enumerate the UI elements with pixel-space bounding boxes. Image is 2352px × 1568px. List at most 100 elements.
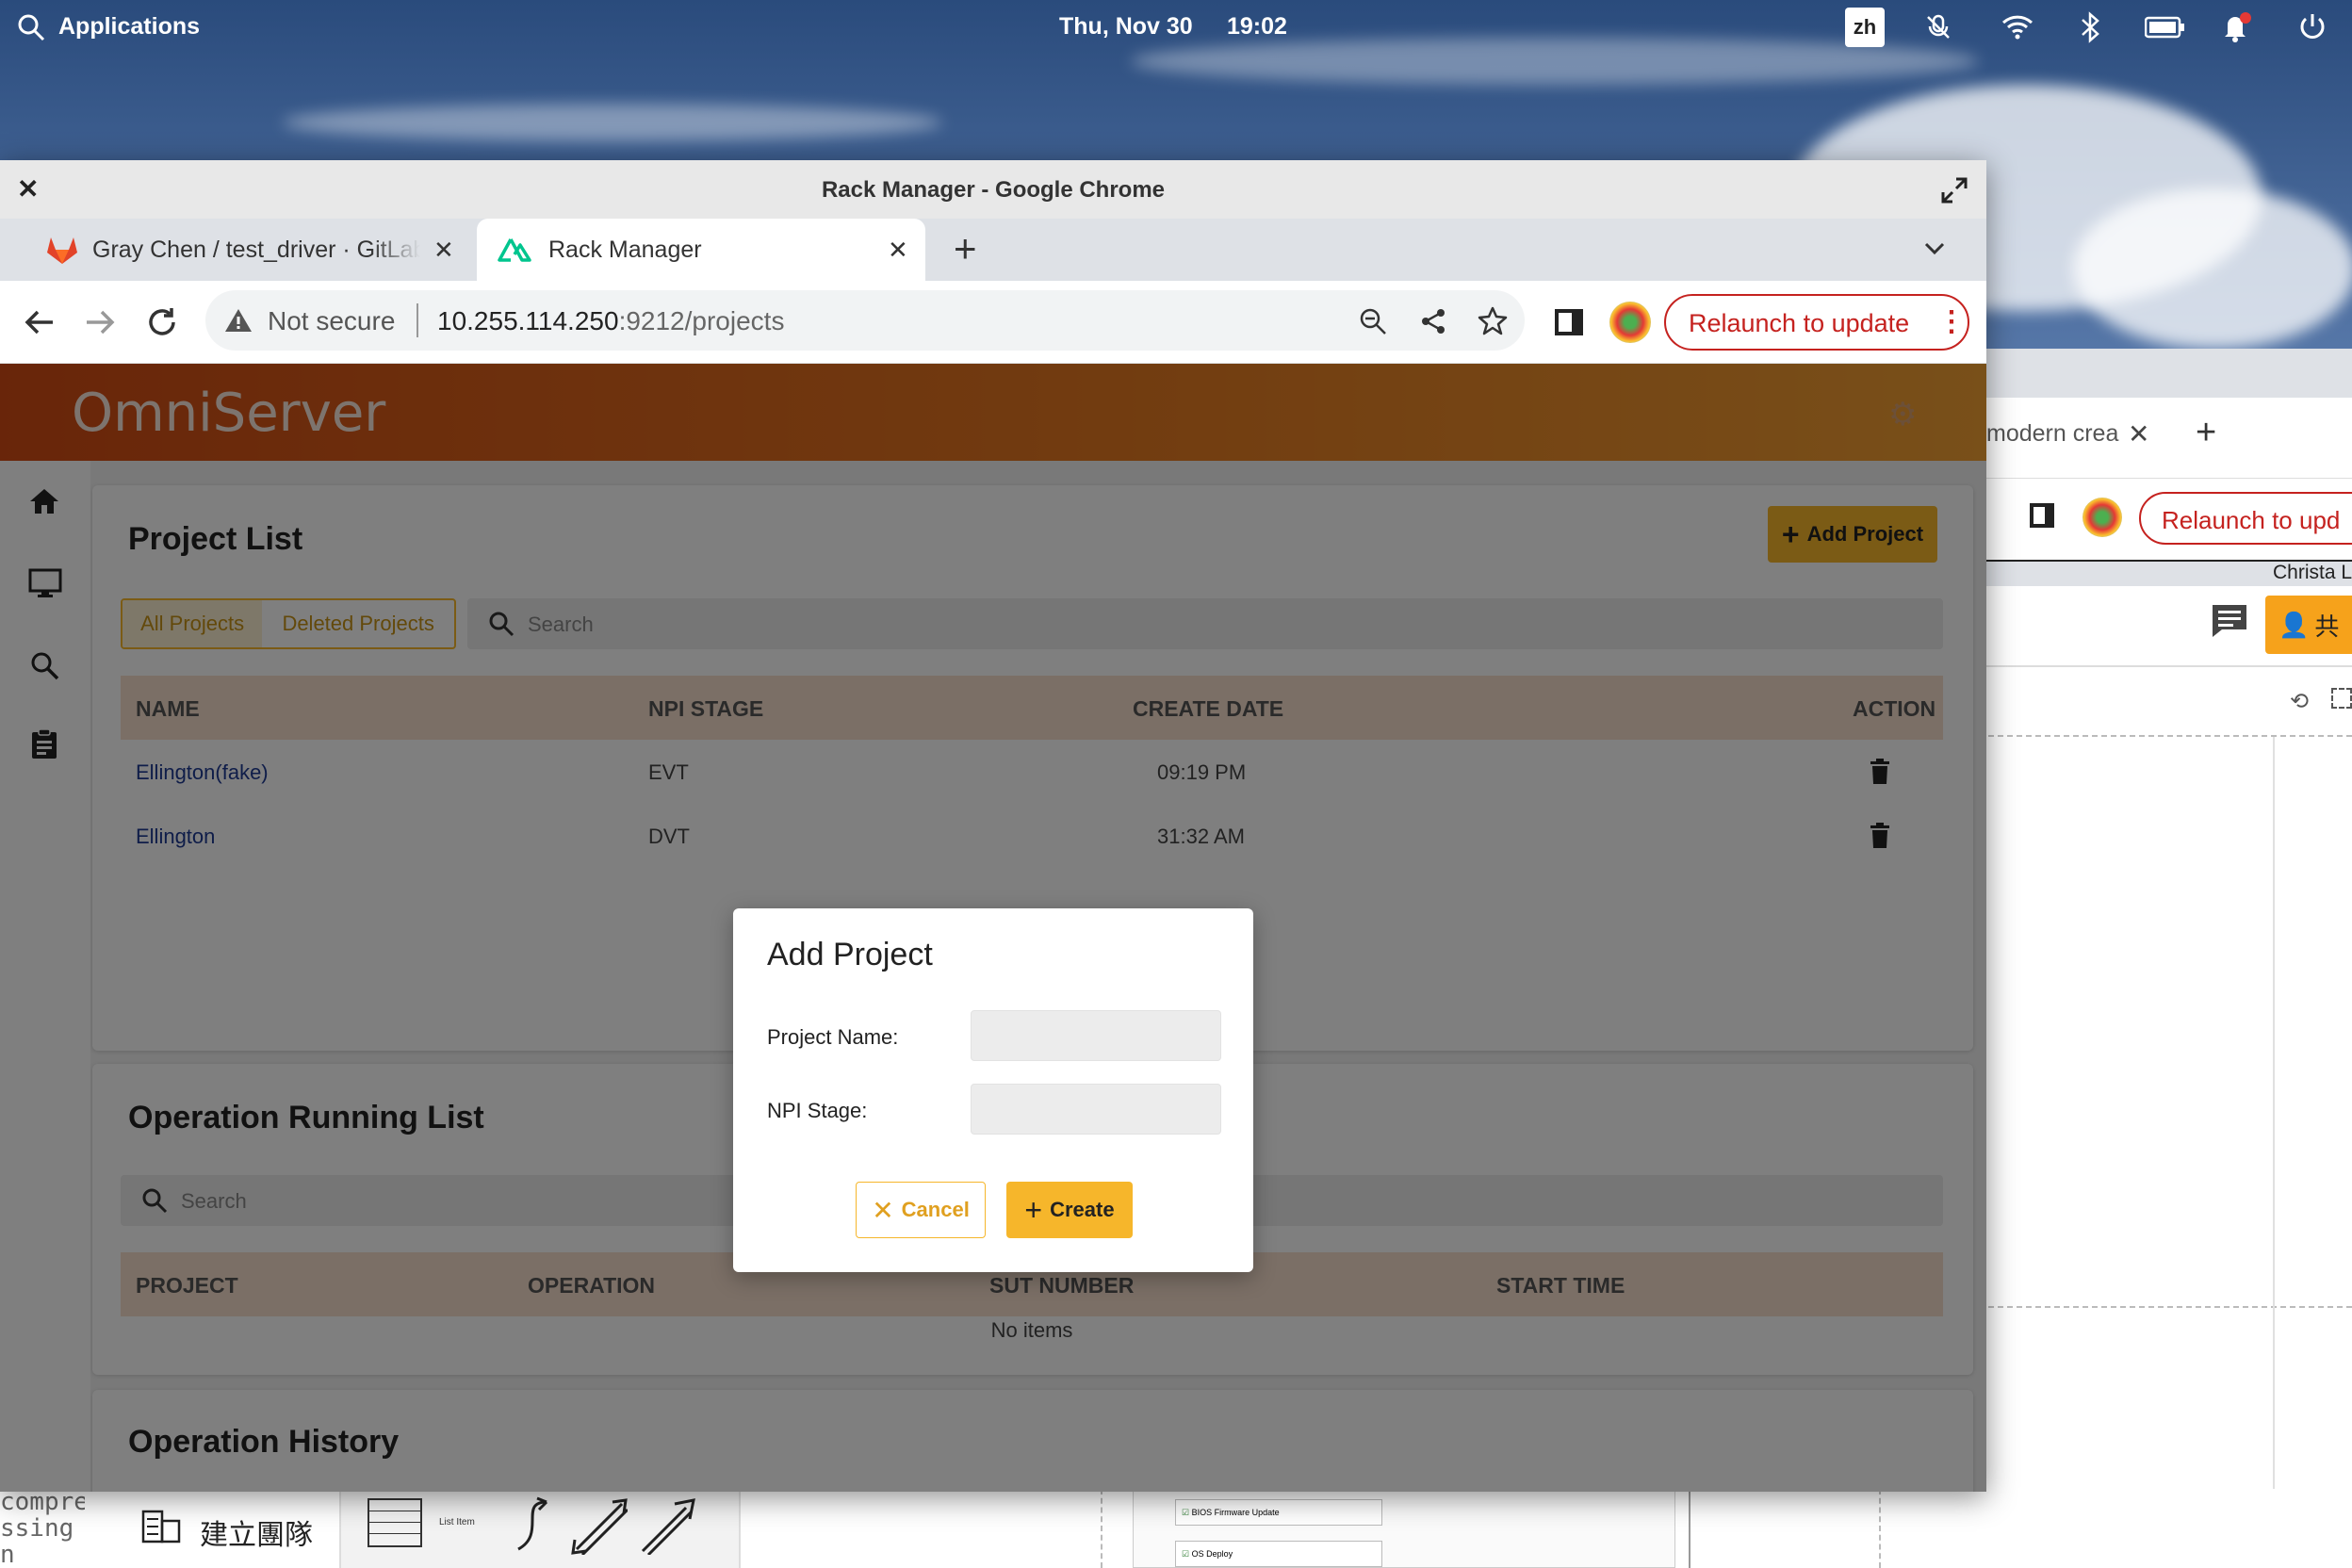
divider [1689,1489,1690,1568]
clock-time[interactable]: 19:02 [1227,13,1287,41]
plus-icon: + [1024,1192,1043,1227]
team-icon[interactable] [141,1510,181,1544]
arrow-icon[interactable] [639,1498,695,1555]
terminal-line: n obje [0,1541,15,1568]
cloud [2073,188,2352,349]
checkbox-icon: ☑ [1182,1549,1190,1559]
url-host: 10.255.114.250 [437,306,619,335]
close-tab-icon[interactable]: ✕ [433,236,454,265]
new-tab-icon[interactable]: + [954,226,977,271]
tab-rack-manager[interactable]: Rack Manager ✕ [477,219,925,281]
project-name-input[interactable] [971,1010,1221,1061]
canvas-guide [1101,1489,1102,1568]
address-bar[interactable]: Not secure 10.255.114.250:9212/projects [205,290,1525,351]
create-button[interactable]: + Create [1006,1182,1133,1238]
window-titlebar: ✕ Rack Manager - Google Chrome [0,160,1986,219]
battery-icon[interactable] [2145,15,2186,40]
nuxt-icon [498,237,531,263]
close-tab-icon[interactable]: ✕ [888,236,908,265]
bluetooth-icon[interactable] [2079,11,2101,43]
tab-strip: Gray Chen / test_driver · GitLab ✕ Rack … [0,219,1986,281]
checklist-item[interactable]: ☑ BIOS Firmware Update [1175,1499,1382,1526]
list-shape[interactable] [368,1498,422,1547]
background-browser-window: modern crea ✕ + Relaunch to upd Christa … [1969,349,2352,1568]
share-button[interactable]: 👤 共 [2265,596,2352,654]
zoom-icon[interactable] [1359,307,1387,335]
npi-stage-label: NPI Stage: [767,1099,868,1122]
checklist-item-label: BIOS Firmware Update [1191,1508,1280,1517]
mic-muted-icon[interactable] [1924,13,1952,41]
terminal-line: ssing [0,1514,74,1543]
sidepanel-icon[interactable] [2030,503,2054,528]
power-icon[interactable] [2297,11,2328,41]
share-label: 共 [2314,612,2340,641]
back-tab-label[interactable]: modern crea [1986,420,2118,448]
fullscreen-icon[interactable] [2331,688,2352,709]
team-label[interactable]: 建立團隊 [200,1511,313,1553]
list-item-label: List Item [439,1517,475,1527]
share-icon[interactable] [1419,307,1447,335]
gitlab-icon [45,235,79,265]
canvas-guide [1969,735,2352,737]
back-tab-strip: modern crea ✕ + [1969,398,2352,479]
canvas-guide [1879,1489,1881,1568]
applications-menu[interactable]: Applications [58,13,200,41]
terminal-snippet: compre ssing n obje [0,1489,85,1568]
divider [416,303,418,337]
web-page: OmniServer ⚙ Project List +Add Project [0,364,1986,1492]
terminal-line: compre [0,1489,85,1516]
forward-arrow-icon[interactable] [83,305,117,339]
security-label[interactable]: Not secure [268,306,395,336]
divider [1969,665,2352,667]
input-method-indicator[interactable]: zh [1845,8,1885,47]
refresh-sync-icon[interactable]: ⟲ [2290,688,2309,715]
reload-icon[interactable] [145,305,179,339]
window-title: Rack Manager - Google Chrome [821,177,1166,203]
system-top-bar: Applications Thu, Nov 30 19:02 zh [0,0,2352,55]
chrome-window: ✕ Rack Manager - Google Chrome Gray Chen… [0,160,1986,1492]
profile-avatar[interactable] [1609,302,1651,343]
tab-label: Rack Manager [548,236,702,263]
relaunch-button[interactable]: Relaunch to update ⋮ [1664,294,1969,351]
curve-connector-icon[interactable] [509,1496,556,1553]
back-tabbar [1969,349,2352,398]
npi-stage-input[interactable] [971,1084,1221,1135]
back-arrow-icon[interactable] [23,305,57,339]
bookmark-star-icon[interactable] [1478,305,1508,335]
wifi-icon[interactable] [2001,15,2034,40]
add-project-dialog: Add Project Project Name: NPI Stage: ✕ Ca… [733,908,1253,1272]
clock-date[interactable]: Thu, Nov 30 [1059,13,1193,41]
warning-icon[interactable] [224,307,253,334]
maximize-icon[interactable] [1941,177,1968,204]
double-arrow-icon[interactable] [571,1498,628,1555]
cancel-button[interactable]: ✕ Cancel [856,1182,986,1238]
canvas-border [2273,737,2275,1566]
background-app-bottom: compre ssing n obje 建立團隊 List Item ☑ BIO… [0,1489,2352,1568]
checklist-item[interactable]: ☑ OS Deploy [1175,1541,1382,1567]
tab-gitlab[interactable]: Gray Chen / test_driver · GitLab ✕ [0,219,471,281]
canvas-guide [1969,1306,2352,1308]
tab-label: Gray Chen / test_driver · GitLab [92,236,420,263]
toolbar: Not secure 10.255.114.250:9212/projects … [0,281,1986,364]
relaunch-button[interactable]: Relaunch to upd [2139,492,2352,545]
url-text[interactable]: 10.255.114.250:9212/projects [437,306,784,336]
dialog-title: Add Project [767,937,933,972]
notification-bell-icon[interactable] [2220,11,2252,43]
canvas-panel: ☑ BIOS Firmware Update ☑ OS Deploy [1133,1489,1675,1568]
checklist-item-label: OS Deploy [1191,1549,1233,1559]
project-name-label: Project Name: [767,1025,899,1049]
comment-icon[interactable] [2209,601,2254,639]
create-label: Create [1050,1198,1115,1221]
relaunch-label: Relaunch to update [1689,309,1910,337]
close-icon[interactable]: ✕ [2128,418,2149,449]
new-tab-icon[interactable]: + [2196,413,2216,453]
profile-avatar[interactable] [2082,498,2122,537]
cloud [283,104,942,141]
shape-palette: List Item [339,1489,741,1568]
more-vert-icon[interactable]: ⋮ [1937,305,1966,338]
tab-search-chevron-icon[interactable] [1922,239,1947,258]
user-icon: 👤 [2278,610,2310,639]
sidepanel-icon[interactable] [1555,309,1583,335]
search-icon[interactable] [17,13,45,41]
cancel-label: Cancel [901,1198,970,1221]
